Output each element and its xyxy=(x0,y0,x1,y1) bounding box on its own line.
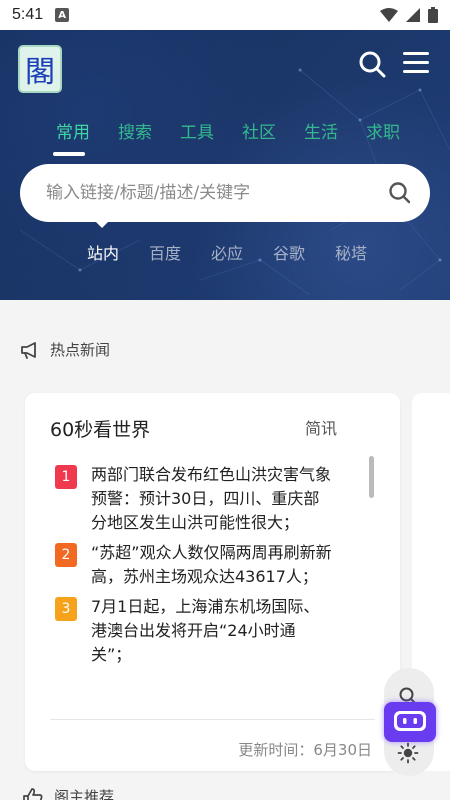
wifi-icon xyxy=(380,8,398,22)
chatbot-icon xyxy=(394,711,426,731)
engine-pointer xyxy=(92,218,112,228)
rank-badge: 1 xyxy=(55,465,77,489)
active-tab-indicator xyxy=(53,152,85,156)
engine-tab-bing[interactable]: 必应 xyxy=(196,240,258,264)
engine-tab-google[interactable]: 谷歌 xyxy=(258,240,320,264)
thumbs-up-icon xyxy=(23,787,43,800)
ai-chat-button[interactable] xyxy=(384,702,436,742)
rank-badge: 3 xyxy=(55,597,77,621)
news-card[interactable]: 60秒看世界 简讯 1 两部门联合发布红色山洪灾害气象预警：预计30日，四川、重… xyxy=(25,393,400,771)
battery-icon xyxy=(428,7,438,23)
notification-a-icon: A xyxy=(55,8,70,22)
news-text: 两部门联合发布红色山洪灾害气象预警：预计30日，四川、重庆部分地区发生山洪可能性… xyxy=(91,465,332,532)
recommend-header: 阁主推荐 xyxy=(22,786,114,800)
hot-news-header: 热点新闻 xyxy=(20,339,110,360)
list-item[interactable]: 1 两部门联合发布红色山洪灾害气象预警：预计30日，四川、重庆部分地区发生山洪可… xyxy=(55,463,335,535)
search-box xyxy=(20,164,430,222)
engine-tab-baidu[interactable]: 百度 xyxy=(134,240,196,264)
list-item[interactable]: 3 7月1日起，上海浦东机场国际、港澳台出发将开启“24小时通关”； xyxy=(55,595,335,667)
status-time: 5:41 xyxy=(12,6,44,23)
search-icon[interactable] xyxy=(358,50,386,78)
search-input[interactable] xyxy=(46,183,388,203)
hot-news-title: 热点新闻 xyxy=(50,341,111,359)
tab-community[interactable]: 社区 xyxy=(228,118,290,143)
signal-icon xyxy=(406,8,420,22)
news-scrollbar[interactable] xyxy=(369,456,374,498)
theme-toggle-sun-icon[interactable] xyxy=(397,742,419,764)
hero-header: 閣 常用 搜索 工具 社区 生活 求职 站内 百度 必应 谷歌 秘塔 xyxy=(0,30,450,300)
search-submit-icon[interactable] xyxy=(388,181,412,205)
category-tabs: 常用 搜索 工具 社区 生活 求职 xyxy=(42,118,414,143)
tab-jobs[interactable]: 求职 xyxy=(352,118,414,143)
tab-common[interactable]: 常用 xyxy=(42,118,104,143)
tab-search[interactable]: 搜索 xyxy=(104,118,166,143)
tab-tools[interactable]: 工具 xyxy=(166,118,228,143)
update-time: 更新时间：6月30日 xyxy=(238,741,372,759)
tab-life[interactable]: 生活 xyxy=(290,118,352,143)
card-divider xyxy=(50,719,375,720)
news-list[interactable]: 1 两部门联合发布红色山洪灾害气象预警：预计30日，四川、重庆部分地区发生山洪可… xyxy=(55,463,335,708)
megaphone-icon xyxy=(21,341,36,359)
engine-tabs: 站内 百度 必应 谷歌 秘塔 xyxy=(72,240,382,264)
recommend-title: 阁主推荐 xyxy=(54,788,115,800)
app-logo[interactable]: 閣 xyxy=(18,45,62,93)
card-title: 60秒看世界 xyxy=(50,419,151,441)
news-text: 7月1日起，上海浦东机场国际、港澳台出发将开启“24小时通关”； xyxy=(91,597,320,664)
status-bar: 5:41 A xyxy=(0,0,450,30)
rank-badge: 2 xyxy=(55,543,77,567)
list-item[interactable]: 2 “苏超”观众人数仅隔两周再刷新新高，苏州主场观众达43617人； xyxy=(55,541,335,589)
news-text: “苏超”观众人数仅隔两周再刷新新高，苏州主场观众达43617人； xyxy=(91,543,332,586)
card-tag: 简讯 xyxy=(305,419,338,438)
engine-tab-site[interactable]: 站内 xyxy=(72,240,134,264)
engine-tab-metaso[interactable]: 秘塔 xyxy=(320,240,382,264)
menu-icon[interactable] xyxy=(402,50,430,76)
